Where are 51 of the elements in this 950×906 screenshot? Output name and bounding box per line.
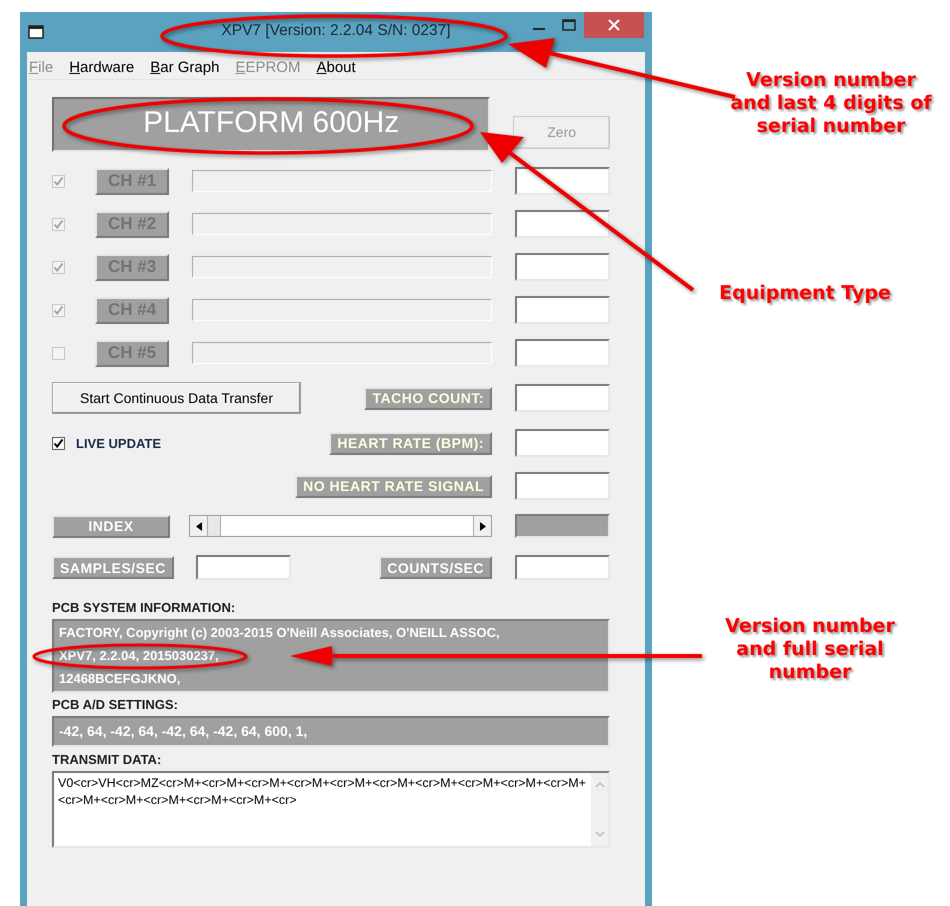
channel-checkbox[interactable] [52, 304, 65, 316]
index-label: INDEX [52, 514, 170, 538]
section-label: PCB SYSTEM INFORMATION: [52, 600, 236, 615]
annotation-label: Version number and last 4 digits of serial number [729, 69, 933, 138]
system-info-line: 12468BCEFGJKNO, [59, 670, 180, 686]
close-button[interactable] [584, 12, 644, 38]
section-label: PCB A/D SETTINGS: [52, 697, 179, 712]
window-icon [28, 25, 44, 39]
channel-value-field[interactable] [515, 339, 610, 367]
channel-checkbox[interactable] [52, 260, 65, 274]
counts-per-sec-field[interactable] [515, 555, 610, 580]
system-info-line: XPV7, 2.2.04, 2015030237, [59, 648, 219, 664]
check-icon [53, 438, 64, 448]
ad-settings-value: -42, 64, -42, 64, -42, 64, -42, 64, 600, 1, [59, 723, 308, 739]
check-icon [53, 176, 64, 186]
menu-item[interactable]: Hardware [69, 58, 134, 76]
signal-status-label: NO HEART RATE SIGNAL [295, 474, 492, 498]
check-icon [53, 262, 64, 272]
channel-value-field[interactable] [515, 210, 610, 238]
window-title: XPV7 [Version: 2.2.04 S/N: 0237] [221, 22, 451, 39]
live-update-checkbox[interactable] [52, 436, 65, 450]
heart-rate-label: HEART RATE (BPM): [329, 432, 492, 454]
menu-item[interactable]: Bar Graph [150, 58, 220, 76]
channel-checkbox[interactable] [52, 218, 65, 230]
scroll-left-icon[interactable] [196, 522, 202, 530]
annotation-label: Equipment Type [718, 282, 892, 305]
heart-rate-field[interactable] [515, 429, 610, 457]
tacho-count-field[interactable] [515, 384, 610, 412]
system-info-line: FACTORY, Copyright (c) 2003-2015 O'Neill Associates, O'NEILL ASSOC, [59, 624, 500, 640]
channel-checkbox[interactable] [52, 346, 65, 360]
scroll-right-icon[interactable] [480, 522, 486, 530]
channel-checkbox[interactable] [52, 174, 65, 188]
signal-status-field[interactable] [515, 472, 610, 500]
tacho-count-label: TACHO COUNT: [364, 386, 492, 410]
channel-value-field[interactable] [515, 253, 610, 281]
scroll-thumb[interactable] [208, 516, 221, 536]
samples-per-sec-field[interactable] [196, 555, 291, 580]
samples-per-sec-label: SAMPLES/SEC [52, 556, 174, 579]
close-icon[interactable] [608, 19, 620, 31]
maximize-icon[interactable] [562, 19, 576, 31]
live-update-label: LIVE UPDATE [76, 436, 161, 450]
section-label: TRANSMIT DATA: [52, 752, 162, 767]
menu-item[interactable]: About [316, 58, 356, 76]
start-transfer-button[interactable]: Start Continuous Data Transfer [52, 382, 301, 414]
check-icon [53, 304, 64, 316]
index-scrollbar[interactable] [189, 515, 492, 537]
channel-value-field[interactable] [515, 296, 610, 324]
check-icon [53, 218, 64, 230]
annotation-label: Version number and full serial number [724, 615, 896, 684]
channel-value-field[interactable] [515, 167, 610, 195]
counts-per-sec-label: COUNTS/SEC [379, 556, 492, 579]
